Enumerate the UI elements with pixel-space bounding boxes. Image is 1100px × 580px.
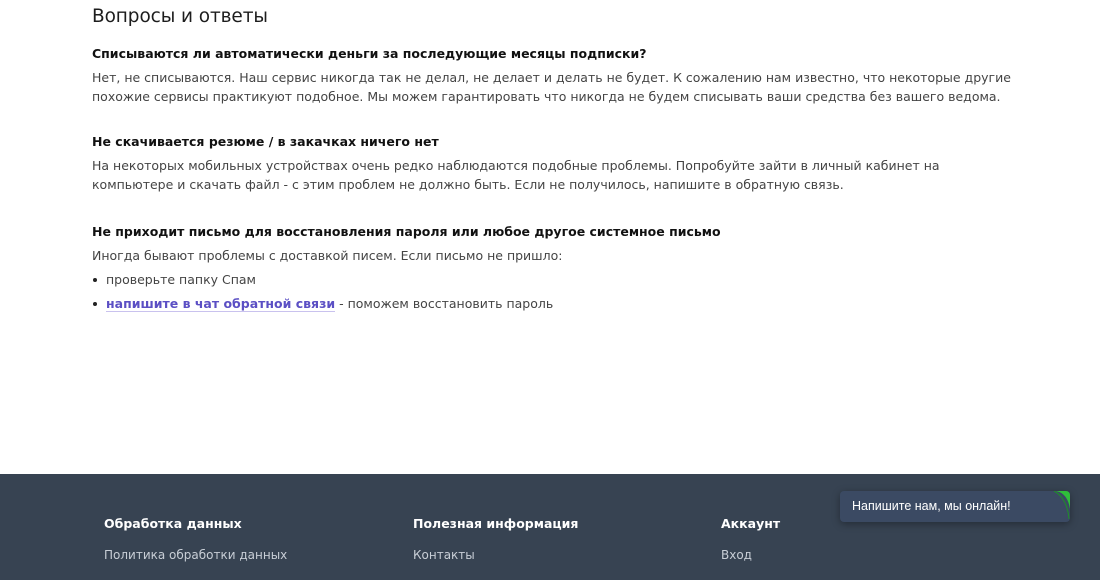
footer-column-data-processing: Обработка данных Политика обработки данн…: [104, 516, 287, 562]
list-item: напишите в чат обратной связи - поможем …: [92, 294, 1012, 313]
privacy-policy-link[interactable]: Политика обработки данных: [104, 548, 287, 562]
faq-answer: Нет, не списываются. Наш сервис никогда …: [92, 70, 1011, 104]
faq-item: Не скачивается резюме / в закачках ничег…: [92, 133, 1012, 194]
faq-question: Не приходит письмо для восстановления па…: [92, 224, 721, 239]
faq-item: Списываются ли автоматически деньги за п…: [92, 45, 1012, 106]
site-footer: Обработка данных Политика обработки данн…: [0, 474, 1100, 580]
footer-heading: Полезная информация: [413, 516, 579, 531]
chat-widget-label: Напишите нам, мы онлайн!: [852, 499, 1011, 513]
login-link[interactable]: Вход: [721, 548, 780, 562]
contacts-link[interactable]: Контакты: [413, 548, 578, 562]
list-item-text: проверьте папку Спам: [106, 272, 256, 287]
list-item-text: - поможем восстановить пароль: [335, 296, 554, 311]
chat-widget-button[interactable]: Напишите нам, мы онлайн!: [840, 491, 1070, 522]
list-item: проверьте папку Спам: [92, 270, 1012, 289]
chat-online-indicator-icon: [1053, 491, 1070, 522]
page-title: Вопросы и ответы: [92, 6, 268, 27]
faq-question: Не скачивается резюме / в закачках ничег…: [92, 134, 439, 149]
footer-heading: Аккаунт: [721, 516, 781, 531]
footer-column-useful-info: Полезная информация Контакты: [413, 516, 578, 562]
faq-answer: Иногда бывают проблемы с доставкой писем…: [92, 248, 563, 263]
faq-answer: На некоторых мобильных устройствах очень…: [92, 158, 940, 192]
footer-heading: Обработка данных: [104, 516, 242, 531]
feedback-chat-link[interactable]: напишите в чат обратной связи: [106, 296, 336, 312]
faq-item: Не приходит письмо для восстановления па…: [92, 223, 1012, 318]
footer-column-account: Аккаунт Вход: [721, 516, 780, 562]
faq-question: Списываются ли автоматически деньги за п…: [92, 46, 647, 61]
faq-bullet-list: проверьте папку Спам напишите в чат обра…: [92, 270, 1012, 313]
